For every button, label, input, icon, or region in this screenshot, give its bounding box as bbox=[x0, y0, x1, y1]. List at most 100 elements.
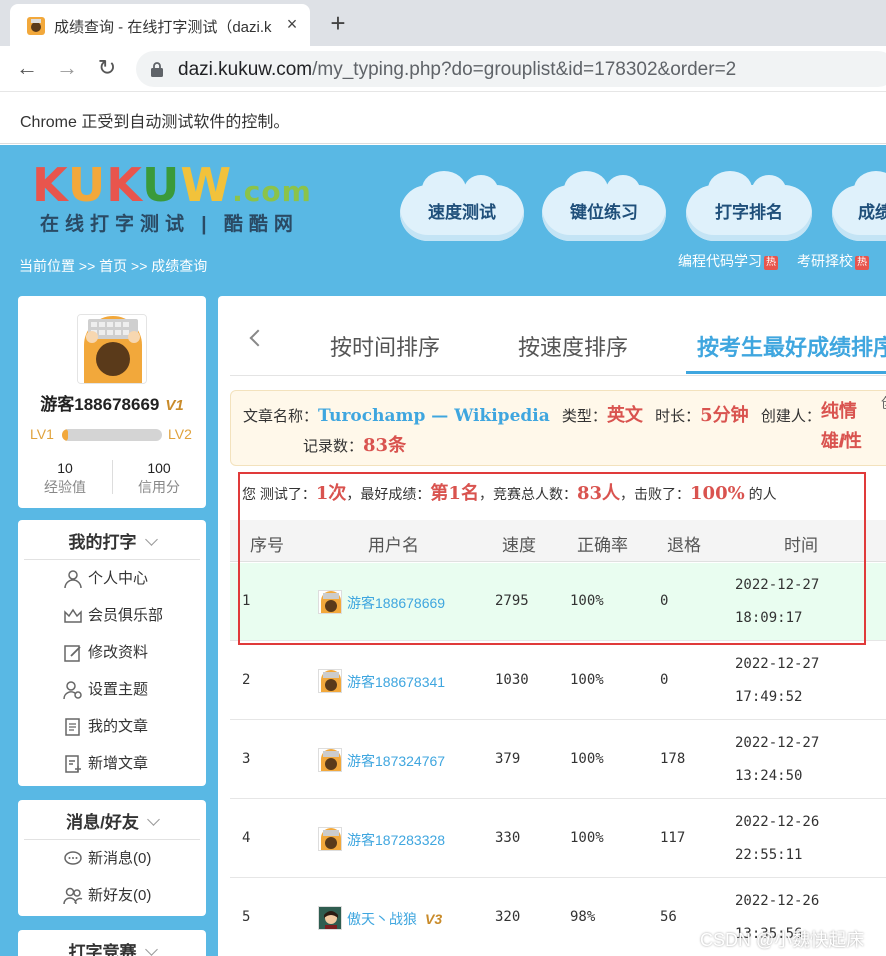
chevron-down-icon bbox=[144, 943, 158, 956]
cell-speed: 330 bbox=[495, 830, 521, 846]
menu-item-vip-club[interactable]: 会员俱乐部 bbox=[18, 597, 206, 634]
chevron-down-icon bbox=[146, 813, 160, 826]
result-summary: 您 测试了：1次，最好成绩：第1名，竞赛总人数：83人，击败了：100% 的人 bbox=[242, 483, 777, 504]
user-icon bbox=[64, 570, 82, 589]
row-avatar[interactable] bbox=[318, 906, 342, 930]
race-menu-header[interactable]: 打字竞赛 bbox=[24, 938, 200, 956]
menu-item-new-friends[interactable]: 新好友(0) bbox=[18, 877, 206, 914]
infobar-text: Chrome 正受到自动测试软件的控制。 bbox=[20, 114, 290, 131]
url-text: dazi.kukuw.com/my_typing.php?do=grouplis… bbox=[178, 59, 737, 80]
back-arrow-icon[interactable]: ← bbox=[13, 54, 41, 82]
cell-backspace: 0 bbox=[660, 593, 669, 609]
crown-icon bbox=[64, 608, 82, 623]
cell-time: 2022-12-27 17:49:52 bbox=[735, 656, 820, 705]
hot-badge: 热 bbox=[855, 256, 869, 270]
reload-icon[interactable]: ↻ bbox=[93, 54, 121, 82]
row-avatar[interactable] bbox=[318, 669, 342, 693]
edit-icon bbox=[64, 645, 81, 662]
kukuw-favicon-icon bbox=[27, 17, 45, 35]
level-progress-fill bbox=[62, 429, 68, 441]
browser-tab[interactable]: 成绩查询 - 在线打字测试（dazi.k × bbox=[10, 4, 310, 46]
tab-sort-by-speed[interactable]: 按速度排序 bbox=[518, 330, 628, 362]
typist-avatar-icon bbox=[78, 315, 146, 383]
document-add-icon bbox=[65, 755, 81, 773]
cell-username[interactable]: 游客188678341 bbox=[347, 672, 445, 692]
header-speed: 速度 bbox=[502, 536, 536, 555]
chevron-left-icon[interactable] bbox=[249, 329, 267, 347]
hot-badge: 热 bbox=[764, 256, 778, 270]
vip-badge-icon: V1 bbox=[165, 397, 184, 414]
level-progress-bar bbox=[62, 429, 162, 441]
header-accuracy: 正确率 bbox=[577, 536, 628, 555]
nav-score[interactable]: 成绩 bbox=[832, 171, 886, 241]
cell-accuracy: 100% bbox=[570, 751, 604, 767]
messages-menu: 消息/好友 新消息(0) 新好友(0) bbox=[18, 800, 206, 916]
cell-no: 3 bbox=[242, 751, 251, 767]
menu-item-my-articles[interactable]: 我的文章 bbox=[18, 708, 206, 745]
nav-typing-rank[interactable]: 打字排名 bbox=[686, 171, 812, 241]
my-typing-menu: 我的打字 个人中心 会员俱乐部 修改资料 设置主题 我的文章 新增文章 bbox=[18, 520, 206, 786]
profile-username: 游客188678669 V1 bbox=[40, 395, 184, 414]
site-logo[interactable]: KUKUW.com 在线打字测试 | 酷酷网 bbox=[32, 159, 332, 239]
race-menu: 打字竞赛 bbox=[18, 930, 206, 956]
tab-close-icon[interactable]: × bbox=[280, 12, 304, 36]
tab-title: 成绩查询 - 在线打字测试（dazi.k bbox=[54, 19, 272, 36]
user-settings-icon bbox=[63, 681, 82, 700]
row-avatar[interactable] bbox=[318, 827, 342, 851]
active-tab-underline bbox=[686, 371, 886, 374]
avatar[interactable] bbox=[77, 314, 147, 384]
address-bar[interactable]: dazi.kukuw.com/my_typing.php?do=grouplis… bbox=[136, 51, 886, 87]
nav-speed-test[interactable]: 速度测试 bbox=[400, 171, 524, 241]
menu-item-personal-center[interactable]: 个人中心 bbox=[18, 560, 206, 597]
chat-bubble-icon bbox=[64, 851, 82, 865]
my-typing-menu-header[interactable]: 我的打字 bbox=[24, 528, 200, 560]
cell-speed: 320 bbox=[495, 909, 521, 925]
article-info-line-2: 记录数：83条 bbox=[303, 435, 407, 456]
cell-no: 5 bbox=[242, 909, 251, 925]
tab-sort-by-time[interactable]: 按时间排序 bbox=[330, 330, 440, 362]
cell-time: 2022-12-26 22:55:11 bbox=[735, 814, 820, 863]
menu-item-set-theme[interactable]: 设置主题 bbox=[18, 671, 206, 708]
hot-link-coding[interactable]: 编程代码学习热 bbox=[678, 251, 778, 271]
cell-backspace: 178 bbox=[660, 751, 686, 767]
header-no: 序号 bbox=[250, 536, 284, 555]
cell-username[interactable]: 游客187283328 bbox=[347, 830, 445, 850]
typist-avatar-icon bbox=[319, 670, 341, 692]
new-tab-button[interactable]: + bbox=[325, 8, 351, 38]
cell-time: 2022-12-27 13:24:50 bbox=[735, 735, 820, 784]
exp-label: 经验值 bbox=[44, 479, 86, 495]
cell-username[interactable]: 游客188678669 bbox=[347, 593, 445, 613]
nav-key-practice[interactable]: 键位练习 bbox=[542, 171, 666, 241]
typist-avatar-icon bbox=[319, 749, 341, 771]
exp-stat: 10 经验值 bbox=[18, 460, 112, 497]
table-header: 序号 用户名 速度 正确率 退格 时间 bbox=[230, 520, 886, 562]
cell-no: 1 bbox=[242, 593, 251, 609]
messages-menu-header[interactable]: 消息/好友 bbox=[24, 808, 200, 840]
row-avatar[interactable] bbox=[318, 590, 342, 614]
cell-username[interactable]: 傲天丶战狼 V3 bbox=[347, 909, 442, 929]
tab-sort-by-best[interactable]: 按考生最好成绩排序 bbox=[697, 330, 886, 362]
lock-icon bbox=[151, 62, 163, 77]
table-row: 2 游客188678341 1030 100% 0 2022-12-27 17:49:52 bbox=[230, 642, 886, 720]
cell-backspace: 56 bbox=[660, 909, 677, 925]
credit-value: 100 bbox=[147, 460, 171, 476]
main-panel: 按时间排序 按速度排序 按考生最好成绩排序 文章名称：Turochamp — W… bbox=[218, 296, 886, 956]
article-name-link[interactable]: Turochamp — Wikipedia bbox=[318, 406, 550, 426]
menu-item-new-article[interactable]: 新增文章 bbox=[18, 745, 206, 782]
menu-item-new-messages[interactable]: 新消息(0) bbox=[18, 840, 206, 877]
header-time: 时间 bbox=[784, 536, 818, 555]
credit-stat: 100 信用分 bbox=[112, 460, 206, 497]
table-row: 1 游客188678669 2795 100% 0 2022-12-27 18:09:17 bbox=[230, 563, 886, 641]
summary-beat: 100% bbox=[690, 483, 745, 504]
level-next: LV2 bbox=[168, 426, 192, 442]
row-avatar[interactable] bbox=[318, 748, 342, 772]
menu-item-edit-profile[interactable]: 修改资料 bbox=[18, 634, 206, 671]
cell-username[interactable]: 游客187324767 bbox=[347, 751, 445, 771]
cell-time: 2022-12-27 18:09:17 bbox=[735, 577, 820, 626]
forward-arrow-icon[interactable]: → bbox=[53, 54, 81, 82]
hot-link-kaoyan[interactable]: 考研择校热 bbox=[797, 251, 869, 271]
article-creator[interactable]: 纯情雄𝒊性 bbox=[821, 397, 867, 457]
exp-value: 10 bbox=[57, 460, 73, 476]
article-duration: 5分钟 bbox=[700, 405, 749, 426]
browser-toolbar: ← → ↻ dazi.kukuw.com/my_typing.php?do=gr… bbox=[0, 46, 886, 92]
